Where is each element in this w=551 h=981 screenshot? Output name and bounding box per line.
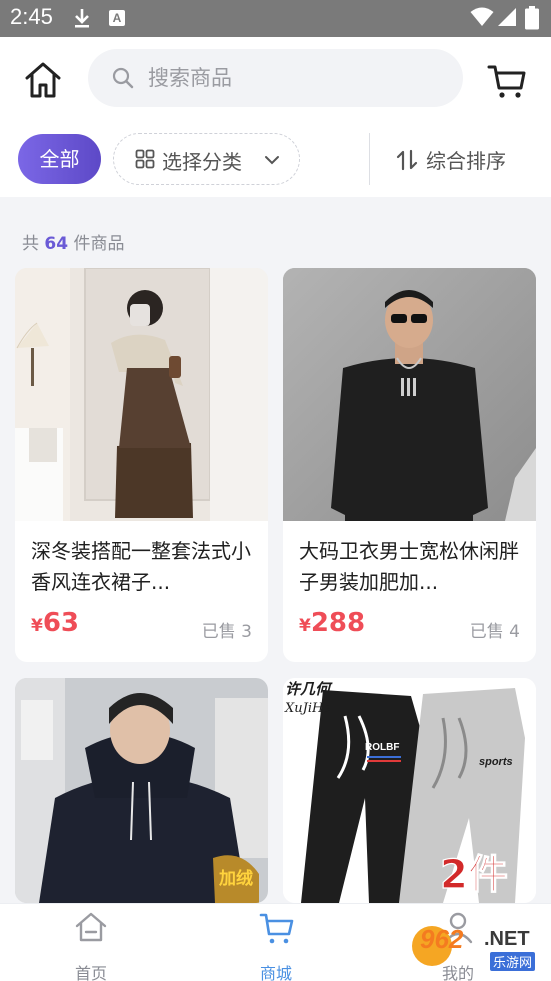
price-value: 63 xyxy=(42,608,80,638)
top-bar: 全部 选择分类 综合排序 xyxy=(0,37,551,197)
product-title: 深冬装搭配一整套法式小香风连衣裙子... xyxy=(31,539,251,594)
pants-logo: ROLBF xyxy=(365,742,399,753)
watermark-site: 乐游网 xyxy=(490,952,536,971)
quantity-badge: 2件 xyxy=(440,852,508,898)
grid-icon xyxy=(135,149,155,169)
filter-all-button[interactable]: 全部 xyxy=(18,134,101,184)
product-price: ¥63 xyxy=(31,608,79,638)
pants-sports-text: sports xyxy=(479,756,513,768)
product-image: 许几何 XuJiHe ROLBF sports 2件 xyxy=(283,678,536,903)
brand-name: 许几何 xyxy=(285,680,333,698)
status-time: 2:45 xyxy=(10,4,53,29)
count-prefix: 共 xyxy=(22,234,39,254)
nav-label-mall: 商城 xyxy=(259,964,292,981)
cart-icon xyxy=(259,913,294,944)
price-currency: ¥ xyxy=(31,616,43,636)
battery-icon xyxy=(525,6,539,30)
product-price: ¥288 xyxy=(299,608,365,638)
nav-item-home[interactable]: 首页 xyxy=(36,904,146,981)
watermark-number: 962 xyxy=(420,924,464,954)
count-suffix: 件商品 xyxy=(73,234,125,254)
watermark-net: .NET xyxy=(484,928,530,950)
price-value: 288 xyxy=(310,608,366,638)
nav-item-mall[interactable]: 商城 xyxy=(221,904,331,981)
product-image: 加绒 xyxy=(15,678,268,903)
site-watermark: 962 .NET 乐游网 xyxy=(412,922,548,976)
search-bar[interactable] xyxy=(88,49,463,107)
product-card[interactable]: 大码卫衣男士宽松休闲胖子男装加肥加... ¥288 已售 4 xyxy=(283,268,536,662)
status-bar: 2:45 A xyxy=(0,0,551,37)
home-icon[interactable] xyxy=(22,59,64,101)
home-icon xyxy=(75,912,107,942)
product-title: 大码卫衣男士宽松休闲胖子男装加肥加... xyxy=(299,539,519,594)
signal-icon xyxy=(498,8,516,26)
filter-divider xyxy=(369,133,370,185)
wifi-icon xyxy=(470,7,494,26)
count-number: 64 xyxy=(44,234,69,254)
notification-a-icon: A xyxy=(109,10,125,26)
nav-label-home: 首页 xyxy=(74,964,107,981)
product-image xyxy=(15,268,268,521)
chevron-down-icon xyxy=(265,156,279,165)
sold-count: 已售 3 xyxy=(201,622,252,642)
sort-label: 综合排序 xyxy=(426,149,506,173)
sold-count: 已售 4 xyxy=(469,622,520,642)
search-icon xyxy=(112,67,134,89)
product-card[interactable]: 许几何 XuJiHe ROLBF sports 2件 xyxy=(283,678,536,903)
sort-icon xyxy=(396,149,418,171)
product-count: 共 64 件商品 xyxy=(22,229,124,254)
sort-button[interactable]: 综合排序 xyxy=(396,143,531,175)
jiarong-badge: 加绒 xyxy=(218,868,253,889)
product-card[interactable]: 加绒 xyxy=(15,678,268,903)
category-select-button[interactable]: 选择分类 xyxy=(113,133,300,185)
product-image xyxy=(283,268,536,521)
price-currency: ¥ xyxy=(299,616,311,636)
product-card[interactable]: 深冬装搭配一整套法式小香风连衣裙子... ¥63 已售 3 xyxy=(15,268,268,662)
download-icon xyxy=(75,9,89,28)
shopping-cart-icon[interactable] xyxy=(486,59,528,101)
category-select-label: 选择分类 xyxy=(162,150,242,174)
brand-latin: XuJiHe xyxy=(284,701,331,716)
search-input[interactable] xyxy=(148,61,448,95)
